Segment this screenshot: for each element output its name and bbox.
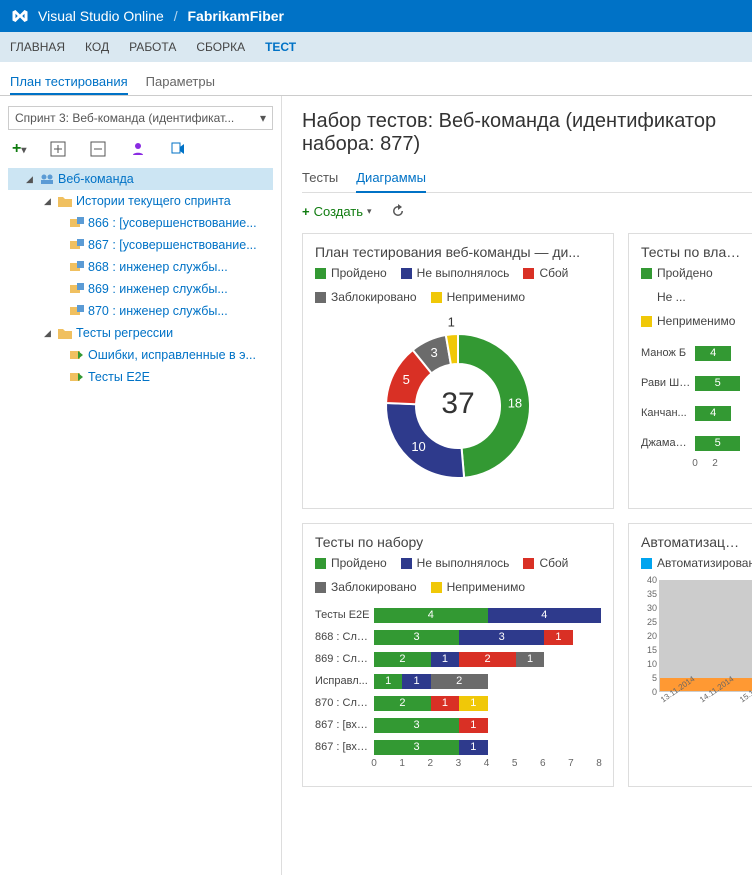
page-title: Набор тестов: Веб-команда (идентификатор…	[302, 110, 752, 156]
chart-by-suite[interactable]: Тесты по набору Пройдено Не выполнялось Сб…	[302, 523, 614, 787]
legend-item: Не ...	[641, 290, 686, 304]
chart-by-owner[interactable]: Тесты по владель... Пройдено Не ... Неприм…	[628, 233, 752, 509]
collapse-all-icon[interactable]	[90, 141, 106, 157]
y-axis: 0510152025303540	[641, 580, 659, 692]
breadcrumb-sep: /	[174, 8, 178, 24]
content-tabs: Тесты Диаграммы	[302, 170, 752, 193]
subnav-test-plan[interactable]: План тестирования	[10, 74, 128, 95]
legend-item: Заблокировано	[315, 290, 417, 304]
nav-work[interactable]: РАБОТА	[129, 40, 176, 54]
show-tests-icon[interactable]	[130, 141, 146, 157]
suite-bars: Тесты Е2Е44868 : Слу...331869 : Слу...21…	[315, 604, 601, 758]
x-axis: 13.11.201414.11.201415.11.2014	[659, 697, 745, 706]
primary-nav: ГЛАВНАЯ КОД РАБОТА СБОРКА ТЕСТ	[0, 32, 752, 62]
chart-automation[interactable]: Автоматизация ... Автоматизировано 05101…	[628, 523, 752, 787]
chart-title: Автоматизация ...	[641, 534, 745, 550]
legend-item: Неприменимо	[431, 290, 525, 304]
legend-item: Заблокировано	[315, 580, 417, 594]
legend-item: Автоматизировано	[641, 556, 752, 570]
project-name[interactable]: FabrikamFiber	[188, 8, 284, 24]
tab-charts[interactable]: Диаграммы	[356, 170, 426, 193]
tree-item[interactable]: ◢Веб-команда	[8, 168, 273, 190]
plan-selector[interactable]: Спринт 3: Веб-команда (идентификат... ▾	[8, 106, 273, 130]
legend-item: Пройдено	[641, 266, 713, 280]
legend-item: Пройдено	[315, 556, 387, 570]
nav-code[interactable]: КОД	[85, 40, 109, 54]
tree-item[interactable]: Ошибки, исправленные в э...	[8, 344, 273, 366]
chart-title: Тесты по владель...	[641, 244, 745, 260]
legend-item: Сбой	[523, 556, 568, 570]
tree-item[interactable]: Тесты Е2Е	[8, 366, 273, 388]
secondary-nav: План тестирования Параметры	[0, 62, 752, 96]
nav-home[interactable]: ГЛАВНАЯ	[10, 40, 65, 54]
legend-item: Пройдено	[315, 266, 387, 280]
tree-item[interactable]: 867 : [усовершенствование...	[8, 234, 273, 256]
app-header: Visual Studio Online / FabrikamFiber	[0, 0, 752, 32]
sidebar-toolbar: +▾	[8, 140, 273, 158]
legend-item: Не выполнялось	[401, 266, 510, 280]
product-name[interactable]: Visual Studio Online	[38, 8, 164, 24]
chevron-down-icon: ▾	[260, 111, 266, 125]
plan-selector-label: Спринт 3: Веб-команда (идентификат...	[15, 111, 234, 125]
svg-text:18: 18	[508, 396, 522, 411]
legend-item: Неприменимо	[641, 314, 735, 328]
x-axis: 02	[695, 458, 745, 472]
sidebar: Спринт 3: Веб-команда (идентификат... ▾ …	[0, 96, 282, 875]
tree-item[interactable]: ◢Тесты регрессии	[8, 322, 273, 344]
expand-all-icon[interactable]	[50, 141, 66, 157]
tree-item[interactable]: 869 : инженер службы...	[8, 278, 273, 300]
refresh-icon[interactable]	[390, 203, 406, 219]
svg-text:3: 3	[430, 345, 437, 360]
vs-logo-icon	[10, 7, 30, 25]
suite-tree: ◢Веб-команда◢Истории текущего спринта866…	[8, 168, 273, 388]
chart-title: Тесты по набору	[315, 534, 601, 550]
export-icon[interactable]	[170, 141, 186, 157]
legend-item: Не выполнялось	[401, 556, 510, 570]
legend-item: Неприменимо	[431, 580, 525, 594]
chart-legend: Пройдено Не выполнялось Сбой Заблокировано Н…	[315, 266, 601, 304]
nav-build[interactable]: СБОРКА	[196, 40, 245, 54]
area-plot	[659, 580, 752, 692]
chart-actions: + Создать ▾	[302, 203, 752, 219]
donut-total: 37	[441, 387, 474, 421]
nav-test[interactable]: ТЕСТ	[265, 40, 296, 54]
tree-item[interactable]: 870 : инженер службы...	[8, 300, 273, 322]
area-chart: 0510152025303540 13.11.201414.11.201415.…	[659, 580, 745, 710]
chevron-down-icon: ▾	[367, 206, 372, 217]
chart-legend: Пройдено Не ... Неприменимо	[641, 266, 745, 328]
chart-plan-donut[interactable]: План тестирования веб-команды — ди... Пр…	[302, 233, 614, 509]
tree-item[interactable]: ◢Истории текущего спринта	[8, 190, 273, 212]
svg-text:10: 10	[411, 439, 425, 454]
chart-legend: Автоматизировано	[641, 556, 745, 570]
svg-text:5: 5	[403, 372, 410, 387]
legend-item: Сбой	[523, 266, 568, 280]
tree-item[interactable]: 868 : инженер службы...	[8, 256, 273, 278]
chart-legend: Пройдено Не выполнялось Сбой Заблокировано Н…	[315, 556, 601, 594]
create-chart-button[interactable]: + Создать ▾	[302, 204, 372, 219]
svg-text:1: 1	[448, 314, 455, 329]
main-content: Набор тестов: Веб-команда (идентификатор…	[282, 96, 752, 875]
charts-grid: План тестирования веб-команды — ди... Пр…	[302, 233, 752, 787]
subnav-parameters[interactable]: Параметры	[146, 74, 215, 95]
x-axis: 012345678	[374, 758, 601, 772]
tab-tests[interactable]: Тесты	[302, 170, 338, 192]
chart-title: План тестирования веб-команды — ди...	[315, 244, 601, 260]
tree-item[interactable]: 866 : [усовершенствование...	[8, 212, 273, 234]
owner-bars: Манож Б4Рави Ша...5Канчан...4Джамаль ...…	[641, 338, 745, 458]
add-button[interactable]: +▾	[12, 140, 26, 158]
